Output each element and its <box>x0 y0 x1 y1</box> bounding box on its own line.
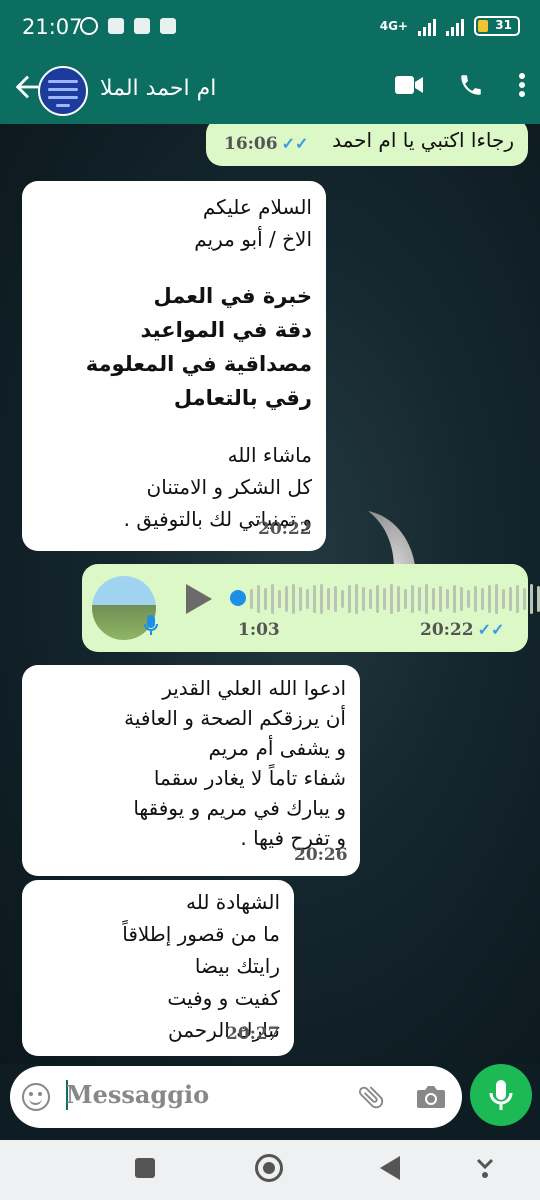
chat-area[interactable]: رجاءا اكتبي يا ام احمد 16:06 ✓✓ السلام عل… <box>0 124 540 1064</box>
system-navigation-bar <box>0 1140 540 1200</box>
message-text: الاخ / أبو مريم <box>194 227 312 251</box>
status-right-icons: 4G+ 31 <box>380 16 520 36</box>
attachment-icon[interactable] <box>356 1082 386 1112</box>
avatar[interactable] <box>38 66 88 116</box>
message-time: 20:26 <box>294 845 348 865</box>
message-text: رجاءا اكتبي يا ام احمد <box>332 128 514 152</box>
phone-icon[interactable] <box>458 72 484 98</box>
message-time: 20:22 ✓✓ <box>420 620 505 640</box>
signal-icon <box>446 16 464 36</box>
notification-icon <box>134 18 150 34</box>
chat-header: ام احمد الملا <box>0 58 540 124</box>
playback-position-handle[interactable] <box>230 590 246 606</box>
message-text: السلام عليكم <box>202 195 312 219</box>
microphone-icon <box>144 615 158 635</box>
notification-icon <box>160 18 176 34</box>
microphone-icon <box>489 1080 513 1110</box>
signal-icon <box>418 16 436 36</box>
alarm-icon <box>80 17 98 35</box>
contact-name[interactable]: ام احمد الملا <box>100 76 216 101</box>
emoji-icon[interactable] <box>22 1083 50 1111</box>
message-bubble-incoming[interactable]: السلام عليكم الاخ / أبو مريم خبرة في الع… <box>22 181 326 551</box>
home-button[interactable] <box>255 1154 283 1182</box>
battery-icon: 31 <box>474 16 520 36</box>
status-time: 21:07 <box>22 15 83 39</box>
audio-waveform[interactable] <box>250 582 540 616</box>
play-icon[interactable] <box>186 584 212 614</box>
message-time: 20:27 <box>226 1024 280 1044</box>
voice-duration: 1:03 <box>238 620 280 640</box>
message-bubble-outgoing[interactable]: رجاءا اكتبي يا ام احمد 16:06 ✓✓ <box>206 124 528 166</box>
notification-icon <box>108 18 124 34</box>
record-voice-button[interactable] <box>470 1064 532 1126</box>
message-bubble-incoming[interactable]: الشهادة لله ما من قصور إطلاقاً رايتك بيض… <box>22 880 294 1056</box>
status-notification-icons <box>80 17 176 35</box>
voice-message-bubble[interactable]: 1:03 20:22 ✓✓ <box>82 564 540 652</box>
recents-button[interactable] <box>135 1158 155 1178</box>
camera-icon[interactable] <box>416 1084 446 1110</box>
read-ticks-icon: ✓✓ <box>281 134 309 153</box>
battery-level: 31 <box>495 18 512 32</box>
message-text: ادعوا الله العلي القدير أن يرزقكم الصحة … <box>124 676 346 850</box>
message-time: 16:06 ✓✓ <box>224 134 309 154</box>
status-bar: 21:07 4G+ 31 <box>0 0 540 58</box>
hide-keyboard-icon[interactable] <box>476 1156 494 1180</box>
message-bubble-incoming[interactable]: ادعوا الله العلي القدير أن يرزقكم الصحة … <box>22 665 360 876</box>
more-options-icon[interactable] <box>518 72 526 98</box>
back-button[interactable] <box>380 1156 400 1180</box>
read-ticks-icon: ✓✓ <box>477 620 505 639</box>
message-text-bold: خبرة في العمل دقة في المواعيد مصداقية في… <box>85 284 312 410</box>
network-type: 4G+ <box>379 19 408 33</box>
message-input-bar[interactable]: Messaggio <box>10 1066 462 1128</box>
video-call-icon[interactable] <box>394 73 424 97</box>
message-time: 20:22 <box>258 519 312 539</box>
message-input[interactable]: Messaggio <box>66 1080 209 1109</box>
